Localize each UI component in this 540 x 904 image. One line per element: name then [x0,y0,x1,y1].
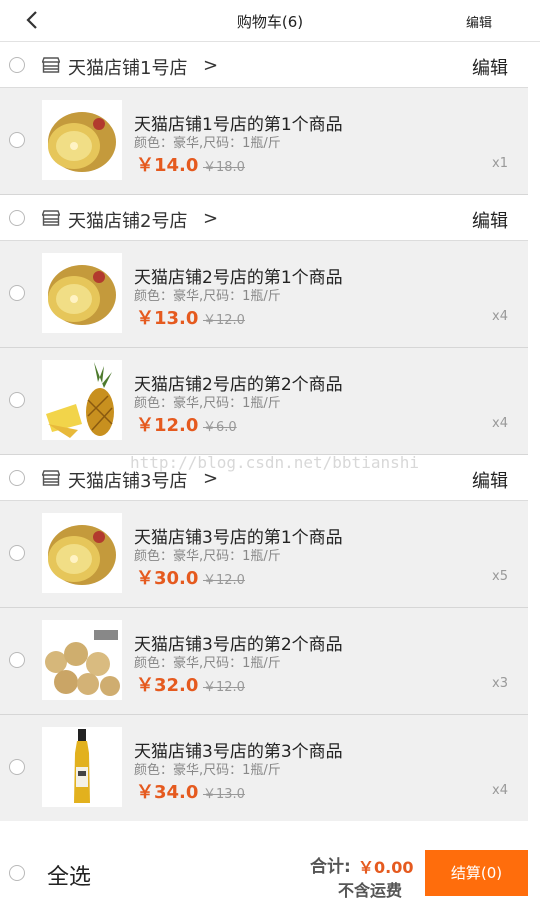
cart-item[interactable]: 天猫店铺3号店的第3个商品 颜色：豪华,尺码：1瓶/斤 ￥34.0 ￥13.0 … [0,715,528,822]
shop-select-radio[interactable] [9,57,25,73]
top-bar: 购物车(6) 编辑 [0,0,540,42]
shop-edit-button[interactable]: 编辑 [472,207,508,233]
chevron-right-icon[interactable]: > [203,468,218,489]
product-image-longan[interactable] [42,620,122,700]
item-spec: 颜色：豪华,尺码：1瓶/斤 [134,136,281,151]
item-quantity: x3 [492,676,508,691]
total-value: ￥0.00 [358,858,414,877]
cart-item[interactable]: 天猫店铺2号店的第1个商品 颜色：豪华,尺码：1瓶/斤 ￥13.0 ￥12.0 … [0,241,528,348]
shop-edit-button[interactable]: 编辑 [472,54,508,80]
product-image-pineapple[interactable] [42,360,122,440]
item-spec: 颜色：豪华,尺码：1瓶/斤 [134,549,281,564]
total-label: 合计: [310,857,351,877]
shop-header: 天猫店铺2号店 > 编辑 [0,195,528,241]
item-quantity: x4 [492,783,508,798]
shop-select-radio[interactable] [9,470,25,486]
shop-header: 天猫店铺3号店 > 编辑 [0,455,528,501]
item-old-price: ￥12.0 [203,680,245,695]
item-select-radio[interactable] [9,392,25,408]
checkout-button[interactable]: 结算(0) [425,850,528,896]
select-all-label[interactable]: 全选 [47,859,91,891]
item-select-radio[interactable] [9,652,25,668]
item-spec: 颜色：豪华,尺码：1瓶/斤 [134,656,281,671]
cart-item[interactable]: 天猫店铺3号店的第1个商品 颜色：豪华,尺码：1瓶/斤 ￥30.0 ￥12.0 … [0,501,528,608]
cart-item[interactable]: 天猫店铺2号店的第2个商品 颜色：豪华,尺码：1瓶/斤 ￥12.0 ￥6.0 x… [0,348,528,455]
select-all-radio[interactable] [9,865,25,881]
checkout-bar: 全选 合计: ￥0.00 不含运费 结算(0) [0,821,540,904]
item-quantity: x4 [492,416,508,431]
item-select-radio[interactable] [9,759,25,775]
item-spec: 颜色：豪华,尺码：1瓶/斤 [134,396,281,411]
item-select-radio[interactable] [9,545,25,561]
product-image-oil-bottle[interactable] [42,727,122,807]
item-quantity: x5 [492,569,508,584]
item-select-radio[interactable] [9,285,25,301]
item-price: ￥32.0 [136,675,199,696]
item-quantity: x1 [492,156,508,171]
item-spec: 颜色：豪华,尺码：1瓶/斤 [134,763,281,778]
shop-name[interactable]: 天猫店铺1号店 [68,54,187,80]
shop-edit-button[interactable]: 编辑 [472,467,508,493]
shop-name[interactable]: 天猫店铺3号店 [68,467,187,493]
product-image-kiwi[interactable] [42,253,122,333]
page-title: 购物车(6) [236,13,304,31]
chevron-right-icon[interactable]: > [203,55,218,76]
item-spec: 颜色：豪华,尺码：1瓶/斤 [134,289,281,304]
chevron-right-icon[interactable]: > [203,208,218,229]
freight-note: 不含运费 [338,881,403,900]
item-select-radio[interactable] [9,132,25,148]
shop-name[interactable]: 天猫店铺2号店 [68,207,187,233]
item-old-price: ￥13.0 [203,787,245,802]
item-price: ￥34.0 [136,782,199,803]
cart-list: 天猫店铺1号店 > 编辑 天猫店铺1号店的第1个商品 颜色：豪华,尺码：1瓶/斤… [0,42,528,822]
shop-header: 天猫店铺1号店 > 编辑 [0,42,528,88]
item-price: ￥14.0 [136,155,199,176]
cart-item[interactable]: 天猫店铺3号店的第2个商品 颜色：豪华,尺码：1瓶/斤 ￥32.0 ￥12.0 … [0,608,528,715]
item-price: ￥13.0 [136,308,199,329]
item-price: ￥30.0 [136,568,199,589]
item-old-price: ￥6.0 [203,420,237,435]
product-image-kiwi[interactable] [42,100,122,180]
item-old-price: ￥12.0 [203,573,245,588]
item-old-price: ￥12.0 [203,313,245,328]
store-icon [42,57,60,73]
product-image-kiwi[interactable] [42,513,122,593]
edit-button[interactable]: 编辑 [466,12,492,31]
store-icon [42,470,60,486]
item-quantity: x4 [492,309,508,324]
shop-select-radio[interactable] [9,210,25,226]
item-price: ￥12.0 [136,415,199,436]
cart-item[interactable]: 天猫店铺1号店的第1个商品 颜色：豪华,尺码：1瓶/斤 ￥14.0 ￥18.0 … [0,88,528,195]
store-icon [42,210,60,226]
item-old-price: ￥18.0 [203,160,245,175]
